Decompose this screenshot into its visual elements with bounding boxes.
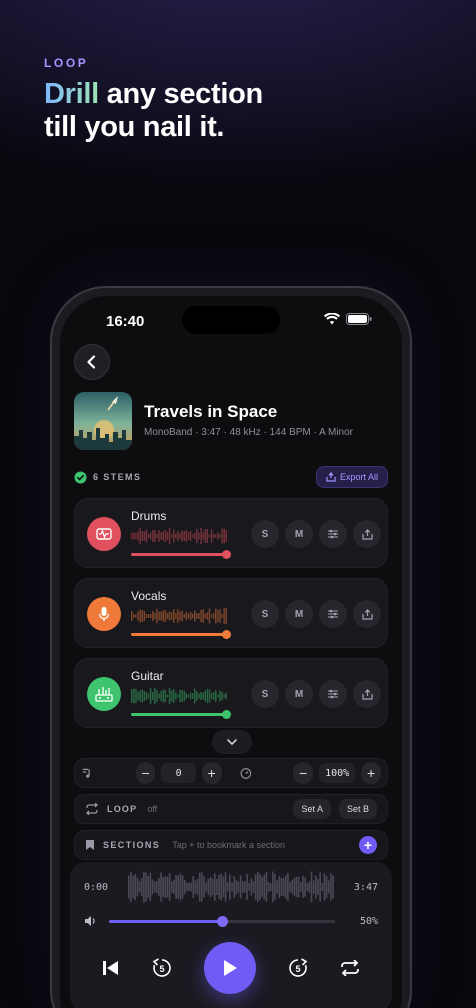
volume-fill bbox=[109, 919, 222, 923]
back-button[interactable] bbox=[74, 344, 110, 380]
eq-sliders-icon[interactable] bbox=[319, 520, 347, 548]
play-icon bbox=[224, 960, 237, 976]
eyebrow-label: LOOP bbox=[44, 56, 89, 70]
headline-rest: any section bbox=[98, 78, 264, 110]
eq-sliders-icon[interactable] bbox=[319, 600, 347, 628]
stem-volume-knob[interactable] bbox=[222, 630, 231, 639]
headline: Drill any section till you nail it. bbox=[44, 78, 263, 144]
headline-accent: Drill bbox=[44, 78, 99, 110]
pitch-speed-bar: − 0 + − 100% + bbox=[74, 758, 388, 788]
stem-waveform bbox=[131, 528, 227, 544]
volume-icon bbox=[85, 916, 95, 926]
headline-line2: till you nail it. bbox=[44, 111, 225, 143]
stem-waveform bbox=[131, 688, 227, 704]
stems-count: 6 STEMS bbox=[93, 472, 142, 482]
export-all-button[interactable]: Export All bbox=[315, 466, 388, 488]
time-total: 3:47 bbox=[353, 882, 378, 893]
speed-gauge-icon bbox=[240, 767, 251, 779]
chevron-down-icon bbox=[227, 739, 237, 746]
battery-icon bbox=[346, 313, 372, 325]
transport-controls: 5 5 bbox=[70, 942, 392, 994]
waveform-icon bbox=[87, 517, 121, 551]
loop-bar: LOOP off Set A Set B bbox=[74, 794, 388, 824]
repeat-toggle-icon[interactable] bbox=[340, 960, 360, 976]
pitch-minus-button[interactable]: − bbox=[135, 762, 156, 784]
solo-button[interactable]: S bbox=[251, 680, 279, 708]
microphone-icon bbox=[87, 597, 121, 631]
volume-row: 50% bbox=[84, 914, 378, 928]
export-stem-icon[interactable] bbox=[353, 680, 381, 708]
stem-volume-knob[interactable] bbox=[222, 710, 231, 719]
svg-text:5: 5 bbox=[159, 964, 164, 974]
stem-controls: SM bbox=[251, 680, 381, 708]
stem-volume-slider[interactable] bbox=[131, 713, 229, 716]
repeat-icon bbox=[86, 803, 98, 815]
guitar-amp-icon bbox=[87, 677, 121, 711]
loop-label: LOOP bbox=[107, 804, 138, 814]
stem-controls: SM bbox=[251, 600, 381, 628]
track-waveform[interactable] bbox=[128, 870, 334, 904]
status-icons bbox=[324, 313, 372, 325]
time-elapsed: 0:00 bbox=[84, 882, 109, 893]
export-icon bbox=[326, 472, 336, 482]
phone-frame: 16:40 Travels in Space MonoBand · 3:47 ·… bbox=[50, 286, 412, 1008]
speed-plus-button[interactable]: + bbox=[361, 762, 381, 784]
pitch-value[interactable]: 0 bbox=[161, 763, 196, 783]
expand-stems-button[interactable] bbox=[212, 730, 252, 754]
sections-hint: Tap + to bookmark a section bbox=[172, 840, 286, 850]
pitch-plus-button[interactable]: + bbox=[201, 762, 222, 784]
rewind-5-icon[interactable]: 5 bbox=[152, 958, 172, 978]
skip-back-icon[interactable] bbox=[102, 960, 120, 976]
album-art bbox=[74, 392, 132, 450]
add-section-button[interactable]: + bbox=[359, 836, 377, 854]
stem-card-drums[interactable]: Drums S M bbox=[74, 498, 388, 568]
song-meta: MonoBand · 3:47 · 48 kHz · 144 BPM · A M… bbox=[144, 427, 353, 438]
chevron-left-icon bbox=[87, 355, 96, 369]
stems-header: 6 STEMS Export All bbox=[74, 466, 388, 488]
sections-bar: SECTIONS Tap + to bookmark a section + bbox=[74, 830, 388, 860]
stem-waveform bbox=[131, 608, 227, 624]
volume-knob[interactable] bbox=[217, 915, 228, 927]
stem-card-vocals[interactable]: Vocals S M bbox=[74, 578, 388, 648]
set-a-button[interactable]: Set A bbox=[293, 799, 331, 819]
forward-5-icon[interactable]: 5 bbox=[288, 958, 308, 978]
verified-badge-icon bbox=[74, 471, 87, 483]
eq-sliders-icon[interactable] bbox=[319, 680, 347, 708]
play-button[interactable] bbox=[204, 942, 256, 994]
stem-name: Vocals bbox=[131, 589, 167, 603]
volume-percent: 50% bbox=[359, 915, 378, 927]
song-title: Travels in Space bbox=[144, 402, 278, 421]
speed-minus-button[interactable]: − bbox=[293, 762, 314, 784]
speed-value[interactable]: 100% bbox=[319, 763, 356, 783]
stem-name: Drums bbox=[131, 509, 167, 523]
bookmark-icon bbox=[86, 840, 94, 850]
hero: LOOP Drill any section till you nail it. bbox=[44, 56, 263, 144]
stem-card-guitar[interactable]: Guitar S M bbox=[74, 658, 388, 728]
wifi-icon bbox=[324, 313, 340, 325]
export-all-label: Export All bbox=[339, 472, 378, 482]
stem-name: Guitar bbox=[131, 669, 164, 683]
volume-slider[interactable] bbox=[109, 915, 335, 927]
stem-volume-knob[interactable] bbox=[222, 550, 231, 559]
stem-volume-slider[interactable] bbox=[131, 633, 229, 636]
app-screen: 16:40 Travels in Space MonoBand · 3:47 ·… bbox=[60, 296, 402, 1008]
dynamic-island bbox=[182, 306, 280, 334]
sections-label: SECTIONS bbox=[103, 840, 161, 850]
loop-state: off bbox=[147, 804, 158, 814]
pitch-icon bbox=[82, 768, 90, 778]
mute-button[interactable]: M bbox=[285, 680, 313, 708]
solo-button[interactable]: S bbox=[251, 600, 279, 628]
export-stem-icon[interactable] bbox=[353, 520, 381, 548]
player-panel: 0:00 3:47 50% 5 5 bbox=[70, 862, 392, 1008]
set-b-button[interactable]: Set B bbox=[338, 799, 377, 819]
export-stem-icon[interactable] bbox=[353, 600, 381, 628]
mute-button[interactable]: M bbox=[285, 600, 313, 628]
mute-button[interactable]: M bbox=[285, 520, 313, 548]
solo-button[interactable]: S bbox=[251, 520, 279, 548]
stem-volume-slider[interactable] bbox=[131, 553, 229, 556]
status-time: 16:40 bbox=[106, 313, 145, 330]
stem-controls: SM bbox=[251, 520, 381, 548]
svg-text:5: 5 bbox=[295, 964, 300, 974]
